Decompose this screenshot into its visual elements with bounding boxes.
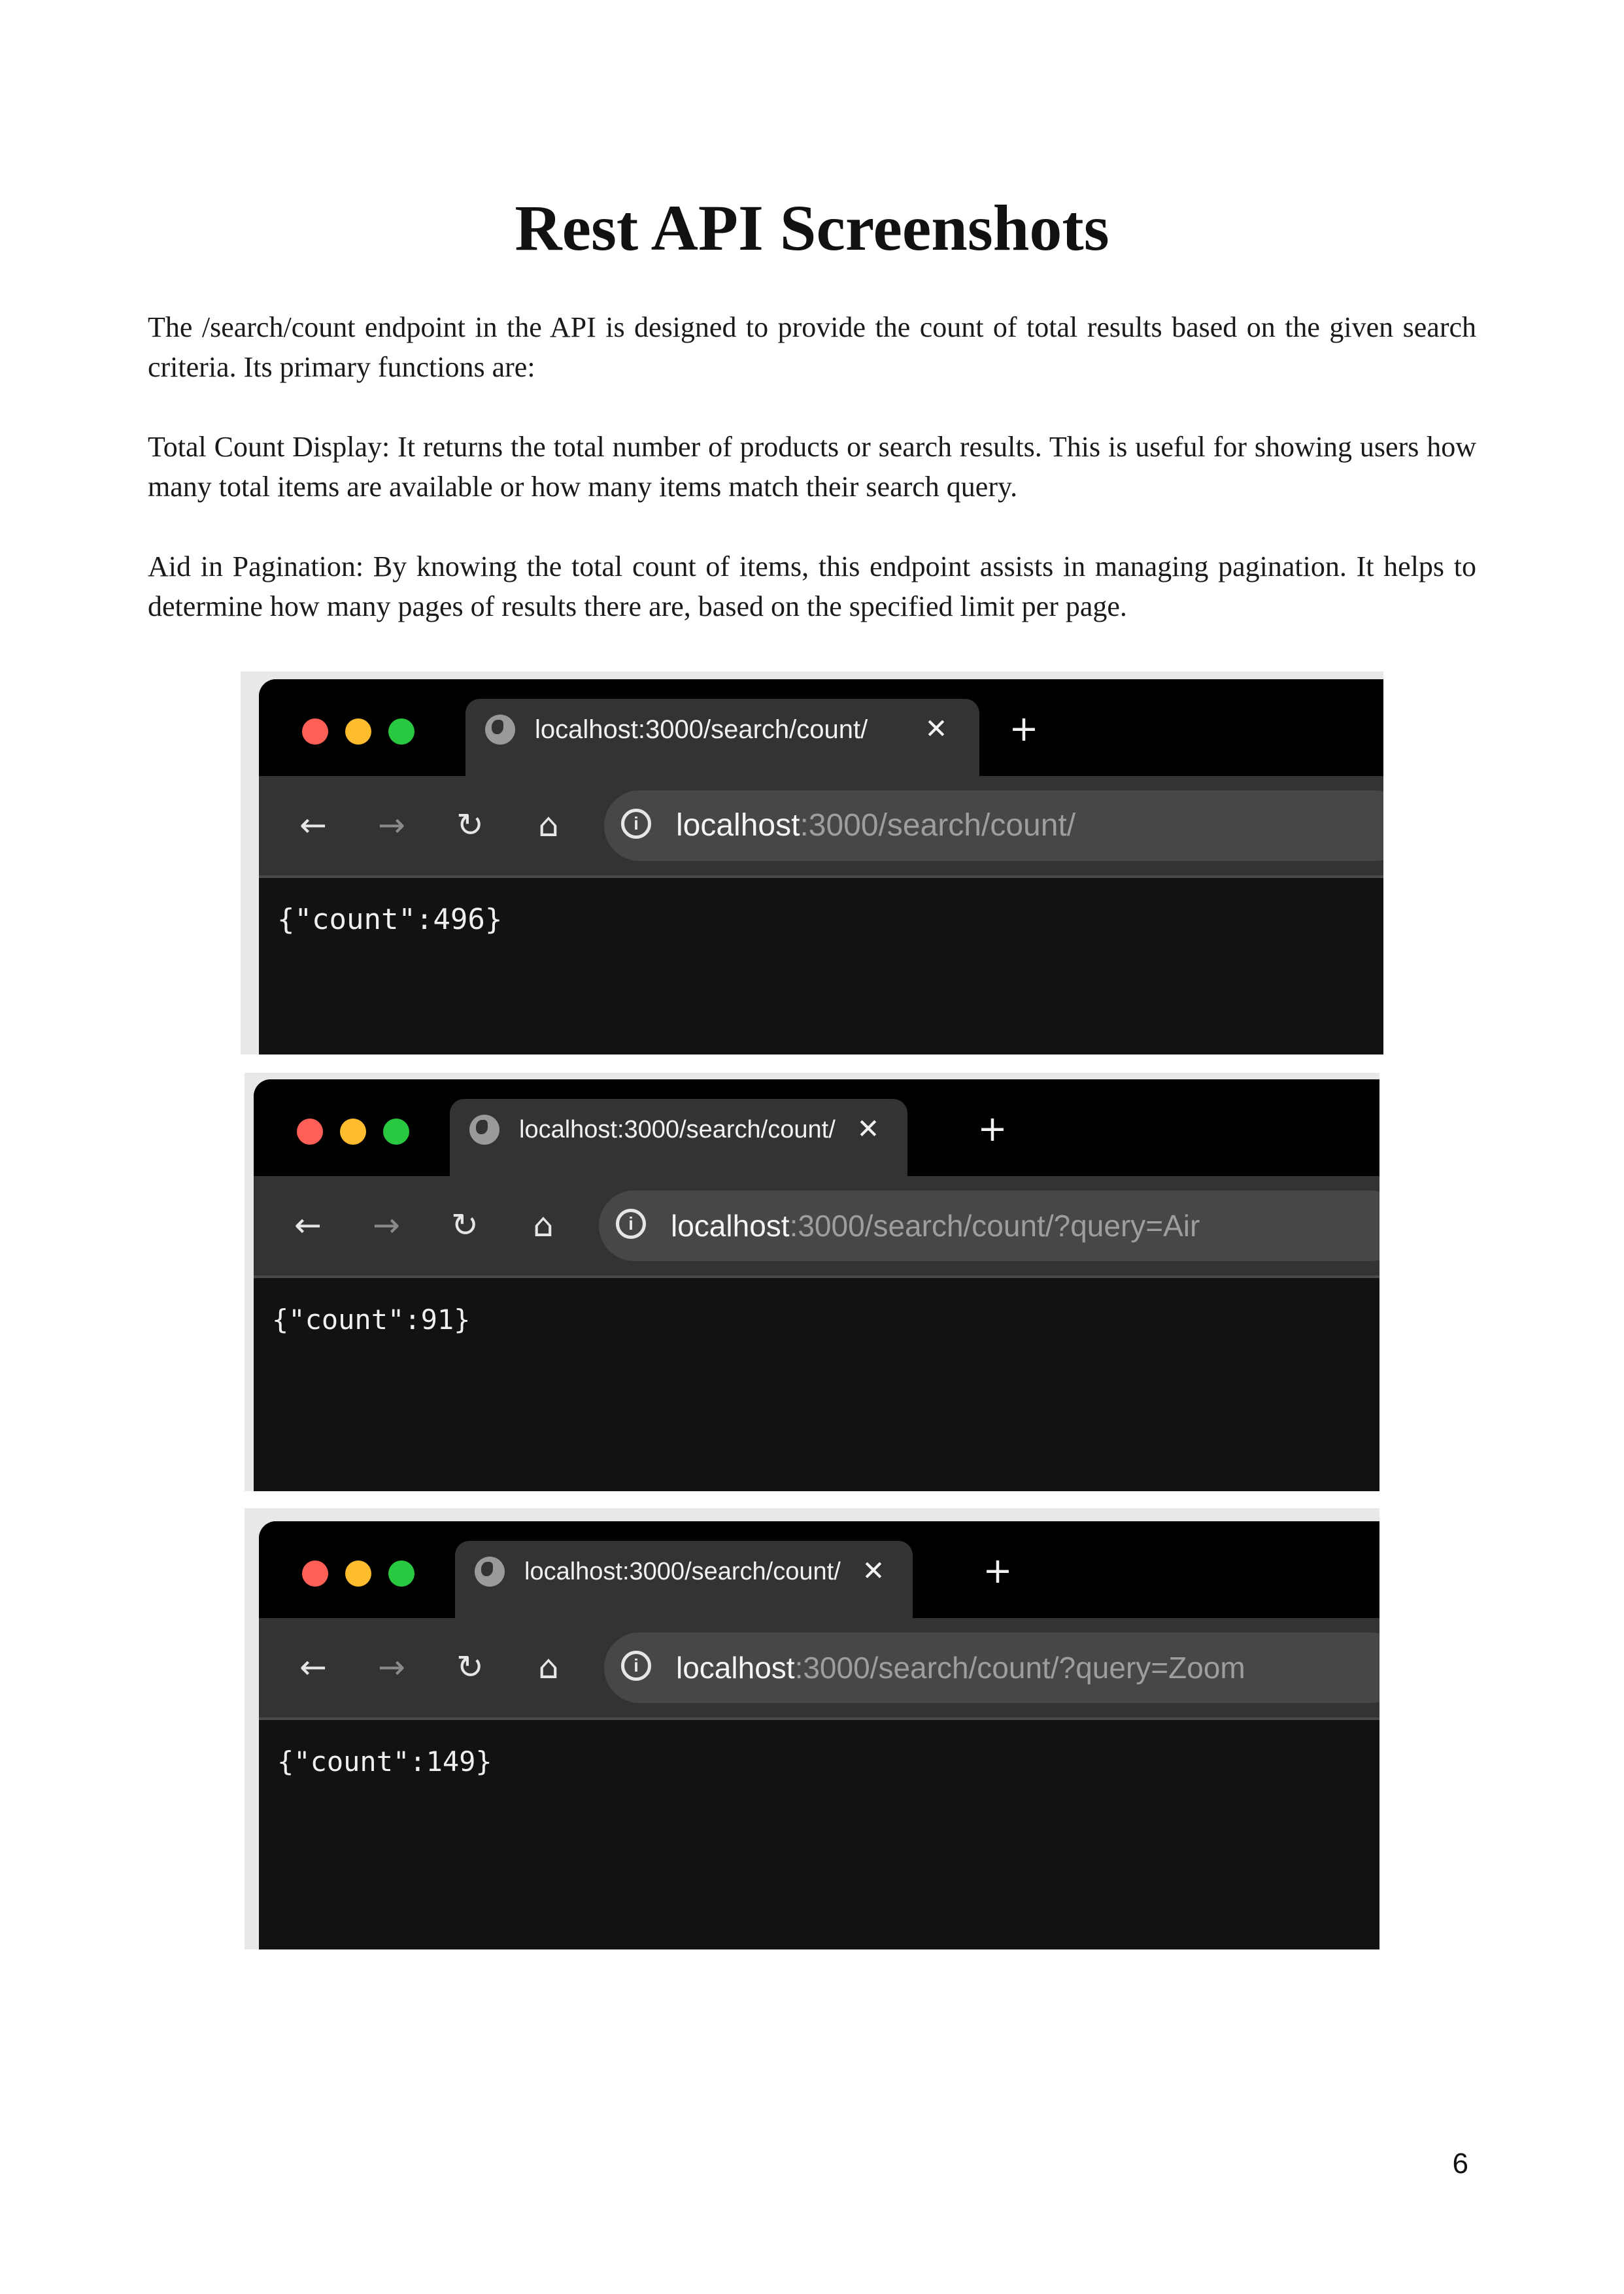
tab-title: localhost:3000/search/count/ [524,1558,841,1585]
url-host: localhost [671,1209,790,1243]
address-bar[interactable]: i localhost:3000/search/count/?query=Zoo… [604,1632,1379,1703]
browser-tab[interactable]: localhost:3000/search/count/ ✕ [455,1541,913,1618]
info-icon[interactable]: i [621,809,651,839]
browser-screenshot-3: localhost:3000/search/count/ ✕ + ← → ↻ ⌂… [245,1508,1379,1949]
browser-screenshot-2: localhost:3000/search/count/ ✕ + ← → ↻ ⌂… [245,1073,1379,1491]
page-content: {"count":149} [259,1720,1379,1949]
url-text[interactable]: localhost:3000/search/count/?query=Zoom [676,1647,1245,1689]
url-path: :3000/search/count/?query=Zoom [794,1651,1245,1685]
forward-arrow-icon[interactable]: → [369,802,414,848]
new-tab-icon[interactable]: + [1004,709,1043,749]
reload-icon[interactable]: ↻ [447,1644,493,1690]
page-content: {"count":496} [259,878,1383,1054]
browser-toolbar: ← → ↻ ⌂ i localhost:3000/search/count/?q… [259,1618,1379,1720]
close-tab-icon[interactable]: ✕ [854,1551,893,1591]
browser-tab[interactable]: localhost:3000/search/count/ ✕ [465,699,979,776]
home-icon[interactable]: ⌂ [520,1202,566,1248]
close-window-button[interactable] [302,1560,328,1587]
new-tab-icon[interactable]: + [978,1551,1017,1591]
paragraph-intro: The /search/count endpoint in the API is… [148,311,1476,383]
json-response: {"count":496} [277,903,503,936]
minimize-window-button[interactable] [345,718,371,745]
zoom-window-button[interactable] [388,718,414,745]
close-tab-icon[interactable]: ✕ [917,709,956,749]
close-tab-icon[interactable]: ✕ [849,1109,888,1149]
browser-window: localhost:3000/search/count/ ✕ + ← → ↻ ⌂… [259,679,1383,1054]
reload-icon[interactable]: ↻ [442,1202,488,1248]
browser-toolbar: ← → ↻ ⌂ i localhost:3000/search/count/?q… [254,1176,1379,1278]
tab-title: localhost:3000/search/count/ [519,1116,836,1143]
paragraph-pagination: Aid in Pagination: By knowing the total … [148,550,1476,622]
info-icon[interactable]: i [616,1209,646,1239]
address-bar[interactable]: i localhost:3000/search/count/?query=Air [599,1190,1379,1261]
page-number: 6 [1452,2148,1468,2180]
globe-icon [469,1115,499,1145]
minimize-window-button[interactable] [340,1119,366,1145]
json-response: {"count":149} [277,1746,492,1778]
paragraph-total-count: Total Count Display: It returns the tota… [148,431,1476,503]
url-text[interactable]: localhost:3000/search/count/ [676,805,1075,847]
url-text[interactable]: localhost:3000/search/count/?query=Air [671,1205,1200,1247]
close-window-button[interactable] [302,718,328,745]
minimize-window-button[interactable] [345,1560,371,1587]
globe-icon [485,715,515,745]
close-window-button[interactable] [297,1119,323,1145]
browser-window: localhost:3000/search/count/ ✕ + ← → ↻ ⌂… [254,1079,1379,1491]
url-host: localhost [676,808,800,843]
page-title: Rest API Screenshots [515,192,1109,264]
tab-bar: localhost:3000/search/count/ ✕ + [259,1521,1379,1618]
zoom-window-button[interactable] [383,1119,409,1145]
back-arrow-icon[interactable]: ← [290,802,336,848]
tab-title: localhost:3000/search/count/ [535,715,868,744]
zoom-window-button[interactable] [388,1560,414,1587]
tab-bar: localhost:3000/search/count/ ✕ + [259,679,1383,776]
browser-window: localhost:3000/search/count/ ✕ + ← → ↻ ⌂… [259,1521,1379,1949]
home-icon[interactable]: ⌂ [526,1644,571,1690]
browser-tab[interactable]: localhost:3000/search/count/ ✕ [450,1099,907,1176]
forward-arrow-icon[interactable]: → [369,1644,414,1690]
new-tab-icon[interactable]: + [973,1109,1012,1149]
reload-icon[interactable]: ↻ [447,802,493,848]
address-bar[interactable]: i localhost:3000/search/count/ [604,790,1383,861]
url-path: :3000/search/count/?query=Air [789,1209,1200,1243]
tab-bar: localhost:3000/search/count/ ✕ + [254,1079,1379,1176]
globe-icon [475,1557,505,1587]
back-arrow-icon[interactable]: ← [290,1644,336,1690]
forward-arrow-icon[interactable]: → [364,1202,409,1248]
browser-screenshot-1: localhost:3000/search/count/ ✕ + ← → ↻ ⌂… [241,671,1383,1054]
page-content: {"count":91} [254,1278,1379,1491]
home-icon[interactable]: ⌂ [526,802,571,848]
json-response: {"count":91} [272,1304,471,1336]
info-icon[interactable]: i [621,1651,651,1681]
back-arrow-icon[interactable]: ← [285,1202,331,1248]
url-path: :3000/search/count/ [800,808,1076,843]
browser-toolbar: ← → ↻ ⌂ i localhost:3000/search/count/ [259,776,1383,878]
url-host: localhost [676,1651,795,1685]
